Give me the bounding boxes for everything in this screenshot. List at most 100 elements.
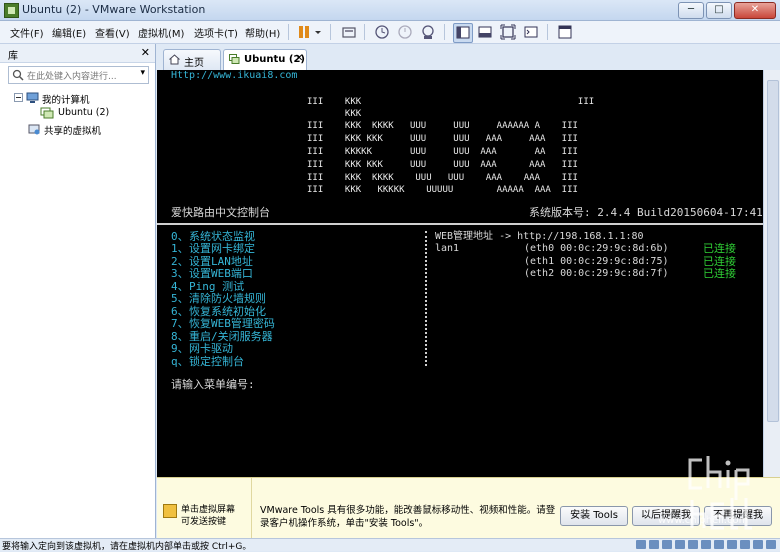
menu-tabs[interactable]: 选项卡(T) (194, 25, 238, 40)
search-icon (12, 69, 24, 81)
home-icon (169, 54, 180, 65)
collapse-icon[interactable] (14, 93, 23, 102)
settings-icon[interactable] (766, 540, 776, 549)
console-divider (157, 223, 763, 225)
menu-key: 3、 (171, 267, 189, 280)
menu-vm[interactable]: 虚拟机(M) (138, 25, 184, 40)
minimize-button[interactable]: ─ (678, 2, 704, 19)
lan-label: lan1 (435, 243, 460, 254)
search-dropdown-icon[interactable]: ▾ (140, 68, 145, 78)
shared-vm-icon (28, 124, 40, 135)
notification-hint[interactable]: 单击虚拟屏幕 可发送按键 (157, 478, 252, 538)
snapshot-manager-icon[interactable] (419, 23, 437, 41)
library-icon[interactable] (556, 23, 574, 41)
vmware-tools-notification: 单击虚拟屏幕 可发送按键 VMware Tools 具有很多功能，能改善鼠标移动… (157, 477, 780, 538)
vm-console[interactable]: Http://www.ikuai8.com III KKK III KKK II… (157, 70, 763, 477)
vm-tab-icon (229, 54, 240, 64)
menu-option: 锁定控制台 (189, 355, 244, 368)
usb-icon[interactable] (701, 540, 711, 549)
toolbar-separator (288, 24, 289, 40)
menu-key: 7、 (171, 317, 189, 330)
menu-option: 设置WEB端口 (189, 267, 253, 280)
device-status-icons (636, 540, 776, 549)
never-remind-button[interactable]: 不再提醒我 (704, 506, 772, 526)
console-prompt: 请输入菜单编号: (171, 378, 255, 391)
console-scrollbar[interactable] (763, 70, 780, 477)
pause-icon[interactable] (295, 23, 313, 41)
nic-status: 已连接 (703, 267, 736, 280)
cdrom-icon[interactable] (649, 540, 659, 549)
library-header: 库 ✕ (0, 44, 155, 63)
send-ctrl-alt-del-icon[interactable] (340, 23, 358, 41)
tab-ubuntu[interactable]: Ubuntu (2) ✕ (223, 49, 307, 71)
tree-label-vm: Ubuntu (2) (58, 107, 110, 118)
window-title: Ubuntu (2) - VMware Workstation (22, 3, 206, 16)
close-button[interactable]: ✕ (734, 2, 776, 19)
printer-icon[interactable] (727, 540, 737, 549)
tree-label-my-computer: 我的计算机 (42, 95, 90, 106)
nic-line: (eth1 00:0c:29:9c:8d:75) (524, 256, 669, 267)
vm-icon (40, 107, 54, 119)
menu-help[interactable]: 帮助(H) (245, 25, 280, 40)
nic-line: (eth0 00:0c:29:9c:8d:6b) (524, 243, 669, 254)
library-panel: 库 ✕ 在此处键入内容进行... ▾ 我的计算机 Ubuntu (2) 共享的虚… (0, 44, 156, 538)
toolbar-separator (547, 24, 548, 40)
computer-icon (26, 92, 39, 103)
network-icon[interactable] (662, 540, 672, 549)
toolbar-separator (330, 24, 331, 40)
status-bar: 要将输入定向到该虚拟机，请在虚拟机内部单击或按 Ctrl+G。 (0, 538, 780, 552)
console-url: Http://www.ikuai8.com (171, 70, 298, 81)
menu-key: q、 (171, 355, 189, 368)
toolbar-separator (444, 24, 445, 40)
dropdown-icon[interactable] (313, 23, 323, 41)
title-bar: Ubuntu (2) - VMware Workstation ─ □ ✕ (0, 0, 780, 21)
menu-option: 设置网卡绑定 (189, 242, 255, 255)
logo-art-line: III KKK KKK UUU UUU AAA AAA III (307, 160, 578, 170)
network-icon[interactable] (688, 540, 698, 549)
install-tools-button[interactable]: 安装 Tools (560, 506, 628, 526)
sound-icon[interactable] (714, 540, 724, 549)
menu-key: 5、 (171, 292, 189, 305)
menu-edit[interactable]: 编辑(E) (52, 25, 86, 40)
remind-later-button[interactable]: 以后提醒我 (632, 506, 700, 526)
menu-view[interactable]: 查看(V) (95, 25, 130, 40)
logo-art-line: III KKKKK UUU UUU AAA AA III (307, 147, 578, 157)
snapshot-icon[interactable] (373, 23, 391, 41)
tab-home[interactable]: 主页 (163, 49, 221, 70)
status-text: 要将输入定向到该虚拟机，请在虚拟机内部单击或按 Ctrl+G。 (2, 542, 252, 552)
menu-bar: 文件(F) 编辑(E) 查看(V) 虚拟机(M) 选项卡(T) 帮助(H) (0, 21, 780, 44)
logo-art-line: III KKK III (307, 97, 595, 107)
display-icon[interactable] (740, 540, 750, 549)
console-view-icon[interactable] (522, 23, 540, 41)
window-controls: ─ □ ✕ (678, 2, 776, 19)
console-header-title: 爱快路由中文控制台 (171, 206, 270, 219)
keyboard-hint-icon (163, 504, 177, 518)
search-placeholder: 在此处键入内容进行... (27, 72, 117, 82)
library-title: 库 (8, 51, 18, 62)
menu-file[interactable]: 文件(F) (10, 25, 44, 40)
console-version: 系统版本号: 2.4.4 Build20150604-17:41 (529, 206, 763, 219)
menu-option: 网卡驱动 (189, 342, 233, 355)
library-search-input[interactable]: 在此处键入内容进行... ▾ (8, 66, 149, 84)
logo-art-line: III KKK KKKKK UUUUU AAAAA AAA III (307, 185, 578, 195)
scrollbar-thumb[interactable] (767, 80, 779, 422)
tab-close-icon[interactable]: ✕ (295, 53, 303, 64)
tab-strip: 主页 Ubuntu (2) ✕ (157, 44, 780, 71)
hdd-icon[interactable] (636, 540, 646, 549)
message-icon[interactable] (753, 540, 763, 549)
menu-key: 1、 (171, 242, 189, 255)
logo-art-line: III KKK KKK UUU UUU AAA AAA III (307, 134, 578, 144)
library-close-button[interactable]: ✕ (141, 46, 150, 59)
network-icon[interactable] (675, 540, 685, 549)
toolbar-separator (364, 24, 365, 40)
revert-snapshot-icon[interactable] (396, 23, 414, 41)
maximize-button[interactable]: □ (706, 2, 732, 19)
menu-option: 恢复WEB管理密码 (189, 317, 275, 330)
nic-status: 已连接 (703, 242, 736, 255)
normal-view-icon[interactable] (453, 23, 473, 43)
unity-icon[interactable] (476, 23, 494, 41)
fullscreen-icon[interactable] (499, 23, 517, 41)
web-admin-address: WEB管理地址 -> http://198.168.1.1:80 (435, 231, 644, 242)
nic-line: (eth2 00:0c:29:9c:8d:7f) (524, 268, 669, 279)
tab-home-label: 主页 (184, 58, 204, 69)
